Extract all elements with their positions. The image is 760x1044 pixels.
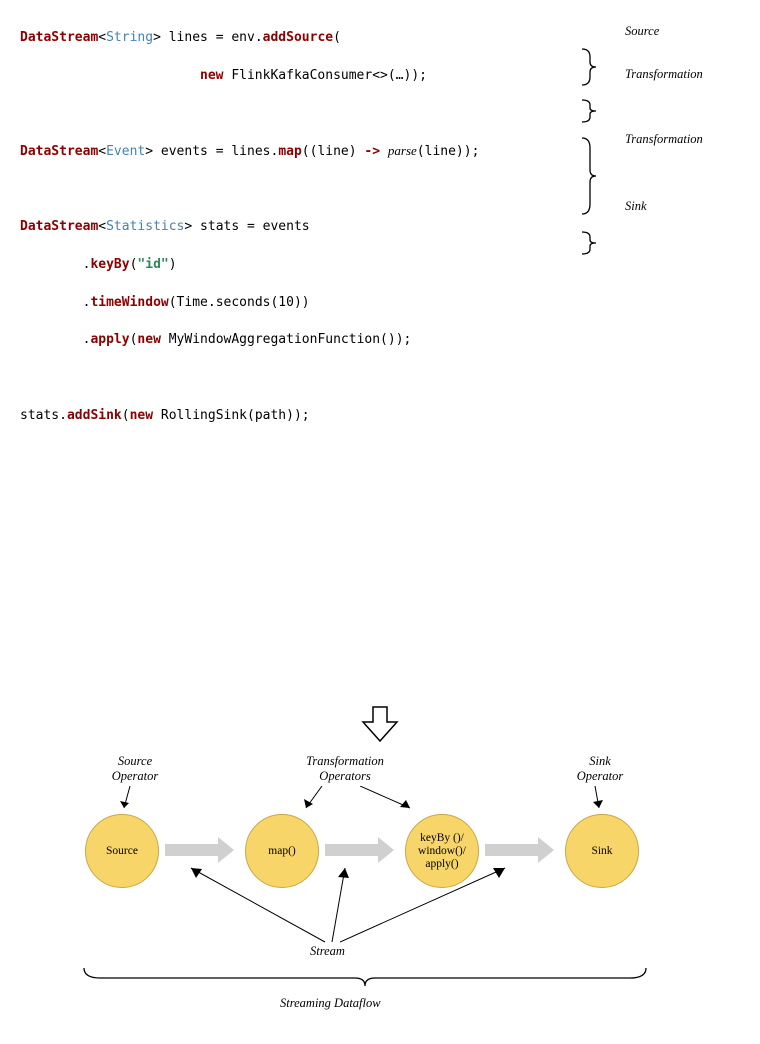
code-line-5: .keyBy("id") xyxy=(20,256,740,275)
dataflow-diagram: Source Operator Transformation Operators… xyxy=(20,754,740,1034)
blank-1 xyxy=(20,104,740,123)
brace-label-source: Source xyxy=(625,22,659,40)
pointer-arrow-icon xyxy=(120,786,140,816)
code-line-8: stats.addSink(new RollingSink(path)); xyxy=(20,407,740,426)
pointer-arrow-icon xyxy=(360,786,420,816)
pointer-arrow-icon xyxy=(585,786,605,816)
big-arrow-icon xyxy=(360,704,400,744)
brace-dataflow xyxy=(80,964,650,994)
label-transformation-operators: Transformation Operators xyxy=(285,754,405,784)
pointer-arrow-icon xyxy=(302,786,332,816)
code-block: DataStream<String> lines = env.addSource… xyxy=(20,10,740,689)
code-line-4: DataStream<Statistics> stats = events xyxy=(20,218,740,237)
label-stream: Stream xyxy=(310,944,345,959)
stream-edge xyxy=(325,844,380,856)
brace-label-transform2: Transformation xyxy=(625,130,703,148)
label-sink-operator: Sink Operator xyxy=(560,754,640,784)
label-source-operator: Source Operator xyxy=(95,754,175,784)
pointer-arrow-icon xyxy=(185,862,335,944)
node-source: Source xyxy=(85,814,159,888)
brace-sink xyxy=(580,192,598,293)
pointer-arrow-icon xyxy=(340,862,520,944)
stream-edge xyxy=(165,844,220,856)
brace-label-transform1: Transformation xyxy=(625,65,703,83)
label-streaming-dataflow: Streaming Dataflow xyxy=(280,996,381,1011)
code-line-6: .timeWindow(Time.seconds(10)) xyxy=(20,294,740,313)
blank-3 xyxy=(20,369,740,388)
code-line-7: .apply(new MyWindowAggregationFunction()… xyxy=(20,331,740,350)
stream-edge xyxy=(485,844,540,856)
brace-label-sink: Sink xyxy=(625,197,647,215)
node-sink: Sink xyxy=(565,814,639,888)
